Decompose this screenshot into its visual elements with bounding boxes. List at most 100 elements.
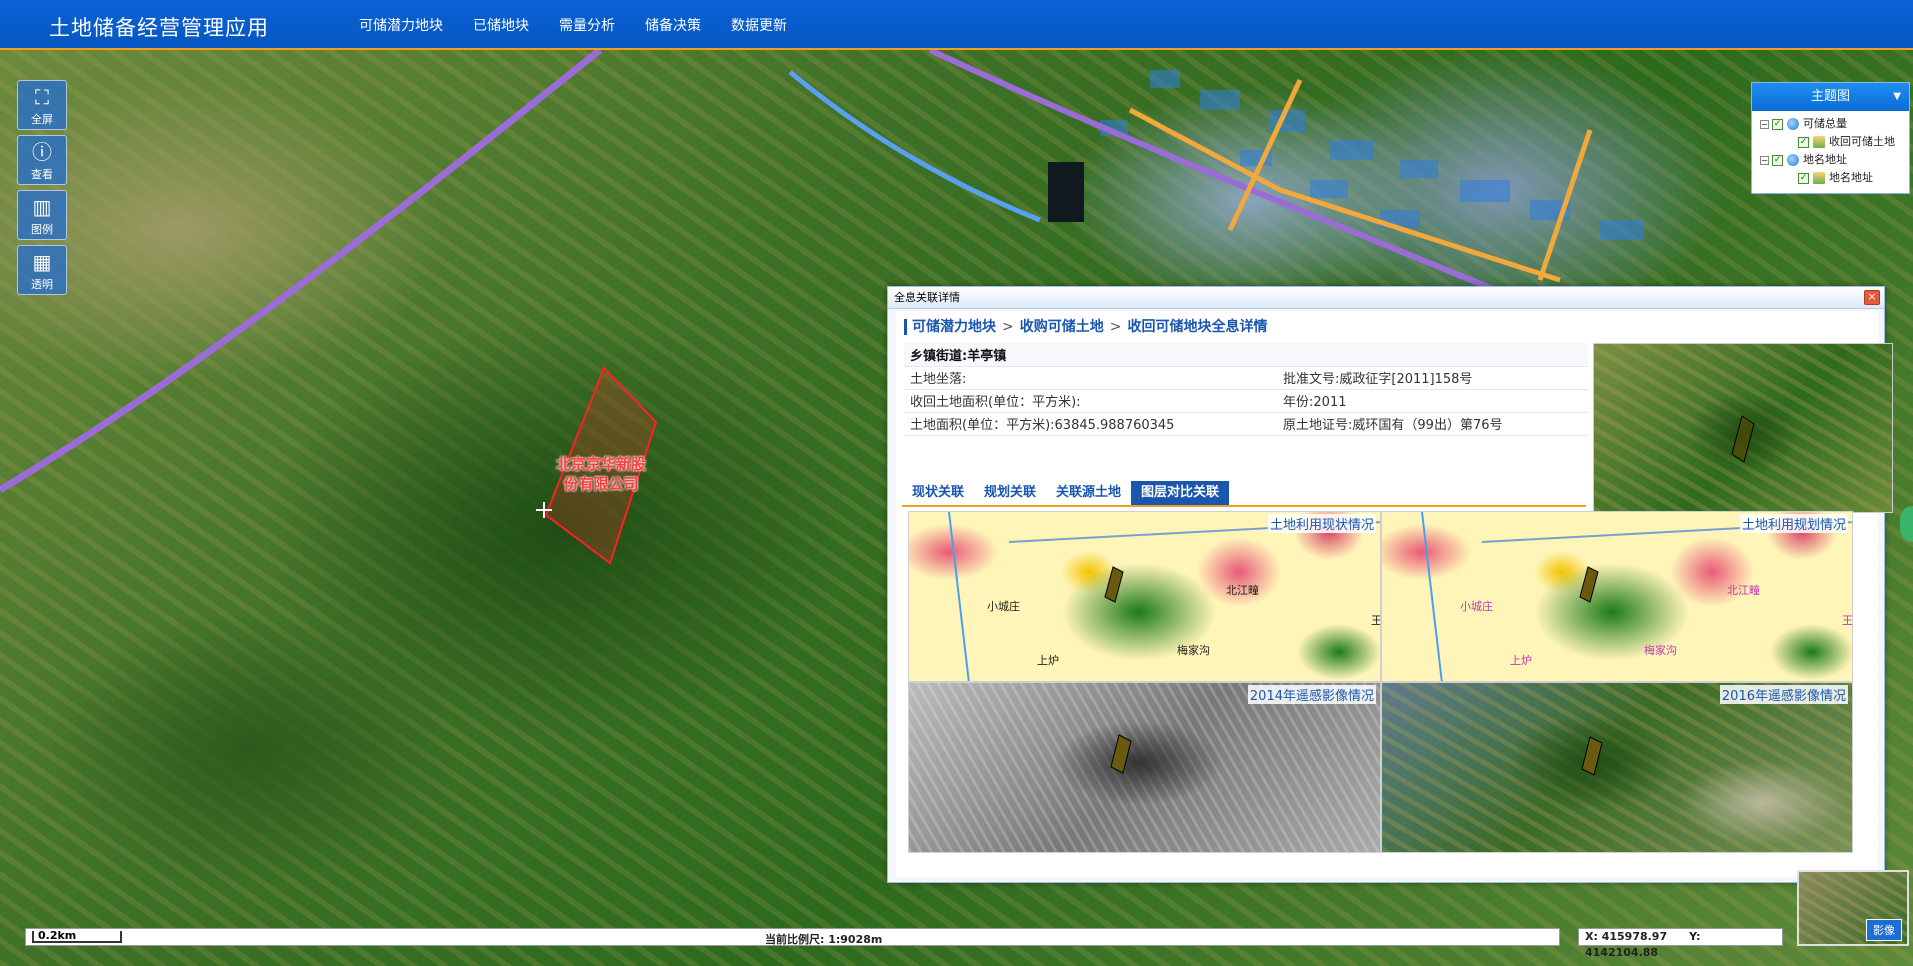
theme-panel-header[interactable]: 主题图 ▼ — [1752, 83, 1909, 111]
layer-compare-grid: 小城庄 北江疃 上炉 梅家沟 王 土地利用现状情况 小城庄 北江疃 上炉 梅家沟… — [908, 511, 1853, 853]
panel-label: 2016年遥感影像情况 — [1719, 685, 1848, 704]
layer-checkbox[interactable]: ✓ — [1772, 118, 1783, 130]
imagery-toggle-button[interactable]: 影像 — [1866, 919, 1902, 941]
collapse-icon[interactable]: − — [1760, 119, 1769, 129]
tree-item[interactable]: − ✓ 地名地址 — [1752, 151, 1909, 169]
panel-label: 土地利用现状情况 — [1267, 514, 1376, 533]
nav-demand-analysis[interactable]: 需量分析 — [559, 15, 615, 35]
dialog-title-bar[interactable]: 全息关联详情 × — [888, 287, 1884, 309]
place-label: 北江疃 — [1727, 584, 1760, 597]
transparency-icon: ▦ — [32, 250, 52, 274]
imagery-2016-map: 2016年遥感影像情况 — [1381, 682, 1853, 853]
tree-item-label: 地名地址 — [1803, 153, 1847, 166]
nav-potential-parcels[interactable]: 可储潜力地块 — [359, 15, 443, 35]
fullscreen-button[interactable]: ⛶ 全屏 — [17, 80, 67, 130]
breadcrumb-item[interactable]: 可储潜力地块 — [912, 319, 996, 335]
place-label: 王 — [1371, 614, 1381, 627]
place-label: 小城庄 — [1460, 600, 1493, 613]
layer-checkbox[interactable]: ✓ — [1798, 172, 1809, 184]
map-toolbar: ⛶ 全屏 ⓘ 查看 ▥ 图例 ▦ 透明 — [17, 80, 69, 300]
table-row: 土地坐落: 批准文号:威政征字[2011]158号 — [904, 366, 1588, 390]
place-label: 王 — [1842, 614, 1853, 627]
table-cell: 年份:2011 — [1277, 389, 1588, 413]
dialog-title: 全息关联详情 — [894, 291, 960, 304]
tab-status-relation[interactable]: 现状关联 — [902, 481, 974, 505]
relation-tabs: 现状关联 规划关联 关联源土地 图层对比关联 — [902, 481, 1586, 507]
legend-button[interactable]: ▥ 图例 — [17, 190, 67, 240]
map-lines — [1110, 734, 1132, 774]
tree-item[interactable]: − ✓ 可储总量 — [1752, 115, 1909, 133]
layer-icon — [1813, 172, 1825, 184]
tab-source-land[interactable]: 关联源土地 — [1046, 481, 1131, 505]
table-cell: 土地坐落: — [904, 366, 1278, 390]
fullscreen-icon: ⛶ — [35, 85, 49, 109]
map-legend-icon: ▥ — [32, 195, 52, 219]
layer-icon — [1813, 136, 1825, 148]
tree-item-label: 收回可储土地 — [1829, 135, 1895, 148]
table-cell: 批准文号:威政征字[2011]158号 — [1277, 366, 1588, 390]
tool-label: 图例 — [31, 223, 53, 236]
place-label: 小城庄 — [987, 600, 1020, 613]
map-lines — [1421, 512, 1852, 681]
collapse-icon[interactable]: − — [1760, 155, 1769, 165]
breadcrumb-item[interactable]: 收购可储土地 — [1020, 319, 1104, 335]
map-lines — [1581, 736, 1603, 776]
table-row: 土地面积(单位：平方米):63845.988760345 原土地证号:威环国有（… — [904, 412, 1588, 436]
landuse-plan-map: 小城庄 北江疃 上炉 梅家沟 王 土地利用规划情况 — [1381, 511, 1853, 682]
breadcrumb-separator: > — [1002, 319, 1014, 335]
place-label: 梅家沟 — [1177, 644, 1210, 657]
transparency-button[interactable]: ▦ 透明 — [17, 245, 67, 295]
tool-label: 透明 — [31, 278, 53, 291]
parcel-thumbnail — [1593, 343, 1893, 513]
parcel-label: 北京京华新股 份有限公司 — [556, 455, 647, 493]
view-button[interactable]: ⓘ 查看 — [17, 135, 67, 185]
imagery-2014-map: 2014年遥感影像情况 — [908, 682, 1381, 853]
holistic-details-dialog: 全息关联详情 × 可储潜力地块 > 收购可储土地 > 收回可储地块全息详情 乡镇街道:羊… — [887, 286, 1893, 883]
layer-checkbox[interactable]: ✓ — [1798, 136, 1809, 148]
coordinate-readout: X: 415978.97 Y: 4142104.88 — [1578, 928, 1783, 959]
place-label: 上炉 — [1510, 654, 1532, 667]
tab-layer-compare[interactable]: 图层对比关联 — [1131, 481, 1230, 505]
tool-label: 查看 — [31, 168, 53, 181]
scale-bar: 0.2km — [32, 930, 122, 943]
parcel-info-table: 乡镇街道:羊亭镇 土地坐落: 批准文号:威政征字[2011]158号 收回土地面… — [904, 343, 1588, 436]
side-panel-handle[interactable] — [1900, 506, 1913, 542]
tree-item[interactable]: ✓ 地名地址 — [1752, 169, 1909, 187]
nav-data-update[interactable]: 数据更新 — [731, 15, 787, 35]
tree-item-label: 可储总量 — [1803, 117, 1847, 130]
place-label: 上炉 — [1037, 654, 1059, 667]
nav-stored-parcels[interactable]: 已储地块 — [473, 15, 529, 35]
dialog-body: 可储潜力地块 > 收购可储土地 > 收回可储地块全息详情 乡镇街道:羊亭镇 土地坐落: … — [896, 311, 1893, 877]
scale-bar-strip: 0.2km 当前比例尺: 1:9028m — [25, 928, 1560, 946]
place-label: 北江疃 — [1226, 584, 1259, 597]
panel-label: 2014年遥感影像情况 — [1247, 685, 1376, 704]
landuse-current-map: 小城庄 北江疃 上炉 梅家沟 王 土地利用现状情况 — [908, 511, 1381, 682]
panel-label: 土地利用规划情况 — [1739, 514, 1848, 533]
breadcrumb: 可储潜力地块 > 收购可储土地 > 收回可储地块全息详情 — [904, 319, 1267, 335]
x-coordinate: X: 415978.97 — [1585, 930, 1668, 943]
globe-icon — [1787, 154, 1799, 166]
close-icon[interactable]: × — [1864, 290, 1880, 305]
map-crosshair — [536, 502, 552, 518]
table-cell: 收回土地面积(单位：平方米): — [904, 389, 1278, 413]
scale-text: 当前比例尺: 1:9028m — [765, 933, 883, 946]
theme-layer-panel: 主题图 ▼ − ✓ 可储总量 ✓ 收回可储土地 − ✓ 地名地址 ✓ 地名地址 — [1751, 82, 1910, 194]
layer-checkbox[interactable]: ✓ — [1772, 154, 1783, 166]
town-street-cell: 乡镇街道:羊亭镇 — [904, 343, 1588, 367]
nav-reserve-decision[interactable]: 储备决策 — [645, 15, 701, 35]
tree-item[interactable]: ✓ 收回可储土地 — [1752, 133, 1909, 151]
tree-item-label: 地名地址 — [1829, 171, 1873, 184]
breadcrumb-separator: > — [1109, 319, 1122, 335]
chevron-down-icon[interactable]: ▼ — [1893, 83, 1901, 111]
app-title: 土地储备经营管理应用 — [49, 16, 269, 40]
table-cell: 原土地证号:威环国有（99出）第76号 — [1277, 412, 1588, 436]
theme-panel-title: 主题图 — [1810, 89, 1850, 104]
tool-label: 全屏 — [31, 113, 53, 126]
globe-icon — [1787, 118, 1799, 130]
main-nav: 可储潜力地块 已储地块 需量分析 储备决策 数据更新 — [359, 15, 817, 35]
tab-plan-relation[interactable]: 规划关联 — [974, 481, 1046, 505]
map-lines — [948, 512, 1380, 681]
place-label: 梅家沟 — [1644, 644, 1677, 657]
river — [788, 70, 1041, 223]
table-cell: 土地面积(单位：平方米):63845.988760345 — [904, 412, 1278, 436]
